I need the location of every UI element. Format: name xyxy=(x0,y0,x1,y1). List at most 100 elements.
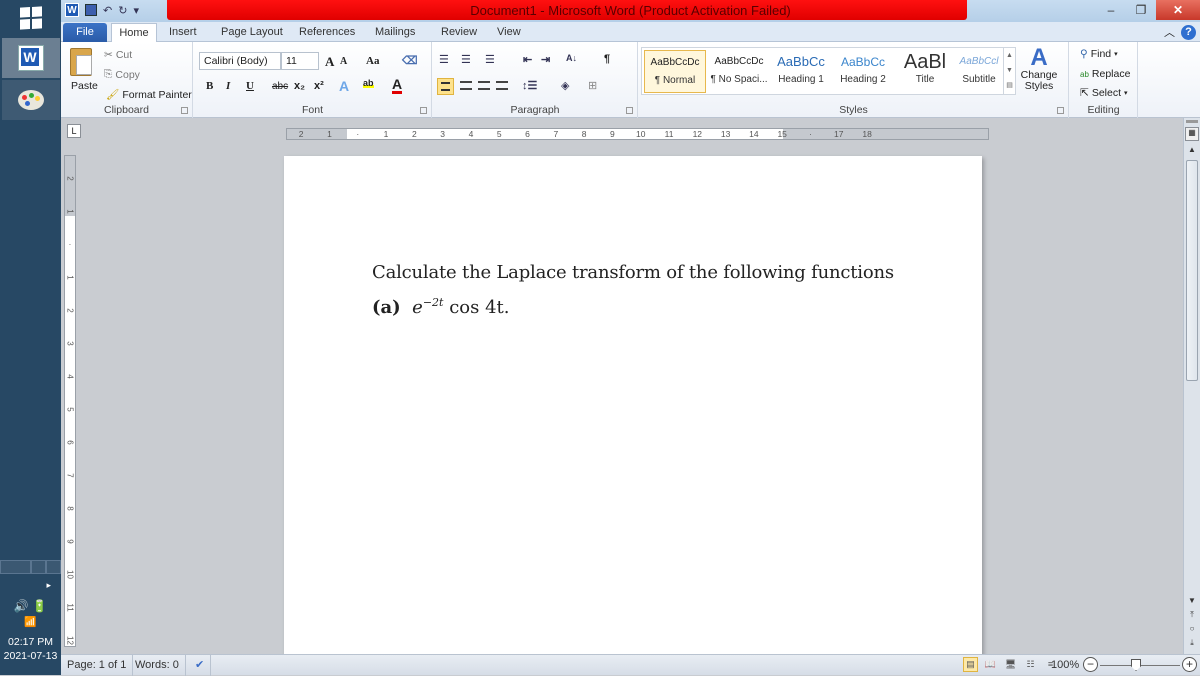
document-math-line[interactable]: (a) e−2t cos 4t. xyxy=(372,296,509,318)
style-heading-1[interactable]: AaBbCc Heading 1 xyxy=(770,50,832,93)
style-heading-2[interactable]: AaBbCc Heading 2 xyxy=(832,50,894,93)
change-case-button[interactable]: Aa xyxy=(366,55,379,67)
restore-button[interactable]: ❐ xyxy=(1126,0,1156,20)
highlight-color-button[interactable]: ab xyxy=(363,78,374,88)
style-subtitle[interactable]: AaBbCcl Subtitle xyxy=(956,50,1002,93)
scroll-left-button[interactable] xyxy=(0,560,31,574)
volume-icon[interactable]: 🔊 xyxy=(14,599,29,613)
replace-button[interactable]: ab Replace xyxy=(1080,68,1130,80)
vertical-ruler[interactable]: 2 1 · 1 2 3 4 5 6 7 8 9 10 11 12 xyxy=(64,155,76,647)
styles-launcher-icon[interactable] xyxy=(1057,107,1064,114)
vertical-scrollbar[interactable]: ▦ ▲ ▼ ⤒ ○ ⤓ xyxy=(1183,118,1200,654)
battery-icon[interactable]: 🔋 xyxy=(32,599,47,613)
superscript-button[interactable]: x² xyxy=(314,80,324,92)
decrease-indent-button[interactable]: ⇤ xyxy=(523,53,532,66)
sort-button[interactable]: A↓ xyxy=(566,53,577,63)
tab-insert[interactable]: Insert xyxy=(169,23,197,42)
scroll-up-button[interactable]: ▲ xyxy=(1184,143,1200,157)
text-effects-button[interactable]: A xyxy=(339,78,349,94)
bullets-button[interactable]: ☰ xyxy=(439,53,449,66)
style-title[interactable]: AaBl Title xyxy=(894,50,956,93)
full-screen-reading-view-icon[interactable]: 📖 xyxy=(983,657,998,672)
font-color-button[interactable]: A xyxy=(392,77,403,94)
tab-review[interactable]: Review xyxy=(441,23,477,42)
taskbar-scrollbar[interactable] xyxy=(0,560,61,574)
word-app-icon[interactable]: W xyxy=(65,3,79,17)
tray-expand-icon[interactable]: ▸ xyxy=(0,580,61,591)
paste-button[interactable] xyxy=(70,48,92,76)
network-signal-icon[interactable]: 📶 xyxy=(0,617,61,628)
paragraph-launcher-icon[interactable] xyxy=(626,107,633,114)
help-icon[interactable]: ? xyxy=(1181,24,1196,40)
taskbar-app-word[interactable]: W xyxy=(2,38,60,78)
format-painter-button[interactable]: 🖌 Format Painter xyxy=(106,88,192,102)
tab-selector[interactable]: L xyxy=(67,124,81,138)
strikethrough-button[interactable]: abc xyxy=(272,81,288,92)
start-button[interactable] xyxy=(0,0,61,36)
change-styles-button[interactable]: A Change Styles xyxy=(1014,46,1064,92)
minimize-ribbon-icon[interactable]: ︿ xyxy=(1164,24,1175,40)
split-handle[interactable] xyxy=(1186,120,1198,123)
tab-page-layout[interactable]: Page Layout xyxy=(221,23,283,42)
align-center-button[interactable] xyxy=(460,81,472,90)
previous-page-button[interactable]: ⤒ xyxy=(1184,608,1200,622)
zoom-slider-thumb[interactable] xyxy=(1131,659,1141,671)
print-layout-view-icon[interactable]: ▤ xyxy=(963,657,978,672)
tab-mailings[interactable]: Mailings xyxy=(375,23,415,42)
find-button[interactable]: ⚲ Find ▾ xyxy=(1080,48,1118,60)
word-count[interactable]: Words: 0 xyxy=(129,655,186,676)
undo-icon[interactable]: ↶ xyxy=(103,4,112,17)
style-normal[interactable]: AaBbCcDc ¶ Normal xyxy=(644,50,706,93)
scroll-thumb[interactable] xyxy=(31,560,46,574)
view-ruler-toggle-icon[interactable]: ▦ xyxy=(1185,127,1199,141)
style-no-spacing[interactable]: AaBbCcDc ¶ No Spaci... xyxy=(708,50,770,93)
cut-button[interactable]: ✂ Cut xyxy=(104,49,132,61)
next-page-button[interactable]: ⤓ xyxy=(1184,636,1200,650)
multilevel-list-button[interactable]: ☰ xyxy=(485,53,495,66)
zoom-in-button[interactable]: + xyxy=(1182,657,1197,672)
outline-view-icon[interactable]: ☷ xyxy=(1023,657,1038,672)
paste-label[interactable]: Paste xyxy=(71,80,98,92)
document-text-line[interactable]: Calculate the Laplace transform of the f… xyxy=(372,262,894,283)
increase-indent-button[interactable]: ⇥ xyxy=(541,53,550,66)
scroll-thumb[interactable] xyxy=(1186,160,1198,381)
scroll-down-button[interactable]: ▼ xyxy=(1184,594,1200,608)
subscript-button[interactable]: x₂ xyxy=(294,80,305,92)
justify-button[interactable] xyxy=(496,81,508,90)
save-icon[interactable] xyxy=(85,4,97,16)
zoom-out-button[interactable]: − xyxy=(1083,657,1098,672)
tab-references[interactable]: References xyxy=(299,23,355,42)
tab-home[interactable]: Home xyxy=(111,23,157,42)
web-layout-view-icon[interactable]: 🖥 xyxy=(1003,657,1018,672)
align-right-button[interactable] xyxy=(478,81,490,90)
zoom-level[interactable]: 100% xyxy=(1051,655,1079,675)
tab-view[interactable]: View xyxy=(497,23,521,42)
redo-icon[interactable]: ↻ xyxy=(118,4,127,17)
show-formatting-marks-button[interactable]: ¶ xyxy=(604,53,610,65)
clipboard-launcher-icon[interactable] xyxy=(181,107,188,114)
shading-button[interactable]: ◈ xyxy=(561,79,569,92)
customize-qat-icon[interactable]: ▾ xyxy=(133,4,139,17)
close-button[interactable]: ✕ xyxy=(1156,0,1200,20)
clock[interactable]: 02:17 PM 2021-07-13 xyxy=(0,635,61,663)
font-size-select[interactable]: 11 xyxy=(281,52,319,70)
select-button[interactable]: ⇱ Select ▾ xyxy=(1080,87,1128,99)
font-launcher-icon[interactable] xyxy=(420,107,427,114)
page-count[interactable]: Page: 1 of 1 xyxy=(61,655,134,676)
taskbar-app-paint[interactable] xyxy=(2,80,60,120)
document-page[interactable]: Calculate the Laplace transform of the f… xyxy=(284,156,982,666)
horizontal-ruler[interactable]: 2 1 · 1 2 3 4 5 6 7 8 9 10 11 12 13 14 15 · 17 18 xyxy=(286,128,989,140)
scroll-right-button[interactable] xyxy=(46,560,61,574)
minimize-button[interactable]: – xyxy=(1096,0,1126,20)
line-spacing-button[interactable]: ↕☰ xyxy=(522,79,537,92)
grow-font-button[interactable]: A xyxy=(325,54,334,70)
numbering-button[interactable]: ☰ xyxy=(461,53,471,66)
clear-formatting-icon[interactable]: ⌫ xyxy=(402,54,418,67)
italic-button[interactable]: I xyxy=(226,80,230,92)
select-browse-object-button[interactable]: ○ xyxy=(1184,622,1200,636)
shrink-font-button[interactable]: A xyxy=(340,56,347,67)
borders-button[interactable]: ⊞ xyxy=(588,79,597,92)
copy-button[interactable]: ⎘ Copy xyxy=(104,68,140,81)
align-left-button[interactable] xyxy=(437,78,454,95)
bold-button[interactable]: B xyxy=(206,80,213,92)
